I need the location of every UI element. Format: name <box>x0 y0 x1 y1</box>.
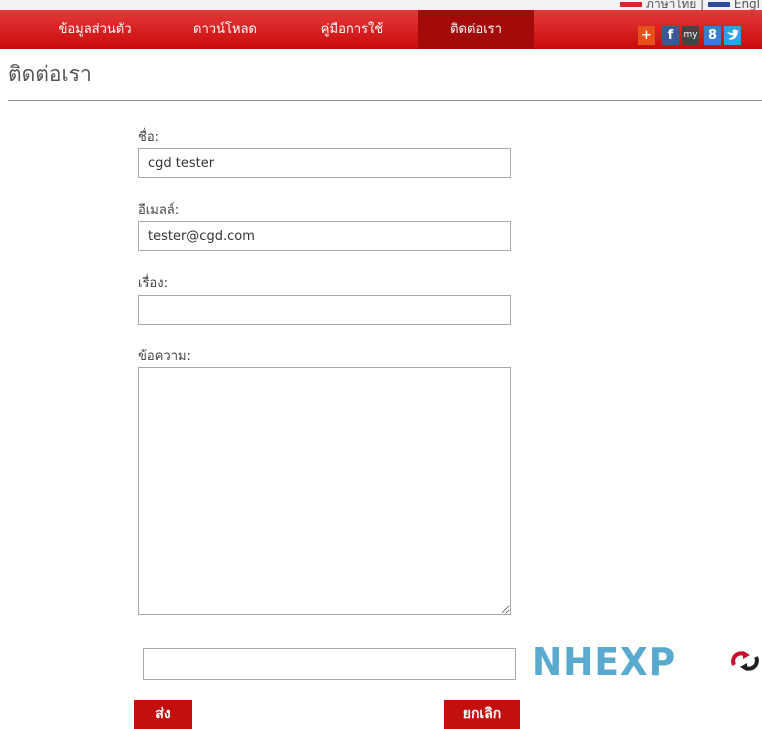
email-label: อีเมลล์: <box>138 203 180 218</box>
nav-item-manual[interactable]: คู่มือการใช้ <box>302 10 402 49</box>
subject-label: เรื่อง: <box>138 276 168 291</box>
title-divider <box>8 100 762 101</box>
nav-item-contact[interactable]: ติดต่อเรา <box>418 10 534 49</box>
facebook-icon[interactable]: f <box>662 26 679 45</box>
myspace-icon[interactable]: my <box>682 26 699 45</box>
lang-thai-link[interactable]: ภาษาไทย <box>646 0 696 10</box>
email-field[interactable] <box>138 221 511 251</box>
language-bar: ภาษาไทย | Engl <box>0 0 762 10</box>
name-label: ชื่อ: <box>138 130 160 145</box>
name-field[interactable] <box>138 148 511 178</box>
captcha-image: NHEXP <box>532 640 677 684</box>
google-plus-icon[interactable]: 8 <box>704 26 721 45</box>
main-nav: ข้อมูลส่วนตัว ดาวน์โหลด คู่มือการใช้ ติด… <box>0 10 762 49</box>
page-title: ติดต่อเรา <box>8 62 92 86</box>
captcha-input[interactable] <box>143 648 516 680</box>
submit-button[interactable]: ส่ง <box>134 700 192 729</box>
uk-flag-icon[interactable] <box>708 2 731 7</box>
refresh-captcha-icon[interactable] <box>729 650 761 672</box>
language-switcher: ภาษาไทย | Engl <box>620 0 760 10</box>
thai-flag-icon[interactable] <box>620 2 643 7</box>
nav-item-profile[interactable]: ข้อมูลส่วนตัว <box>50 10 140 49</box>
subject-field[interactable] <box>138 295 511 325</box>
plus-icon[interactable]: + <box>638 26 655 45</box>
lang-divider: | <box>700 0 705 10</box>
message-textarea[interactable] <box>138 367 511 615</box>
nav-item-download[interactable]: ดาวน์โหลด <box>180 10 270 49</box>
twitter-icon[interactable] <box>724 26 741 45</box>
lang-english-link[interactable]: Engl <box>734 0 760 10</box>
message-label: ข้อความ: <box>138 349 191 364</box>
cancel-button[interactable]: ยกเลิก <box>444 700 520 729</box>
